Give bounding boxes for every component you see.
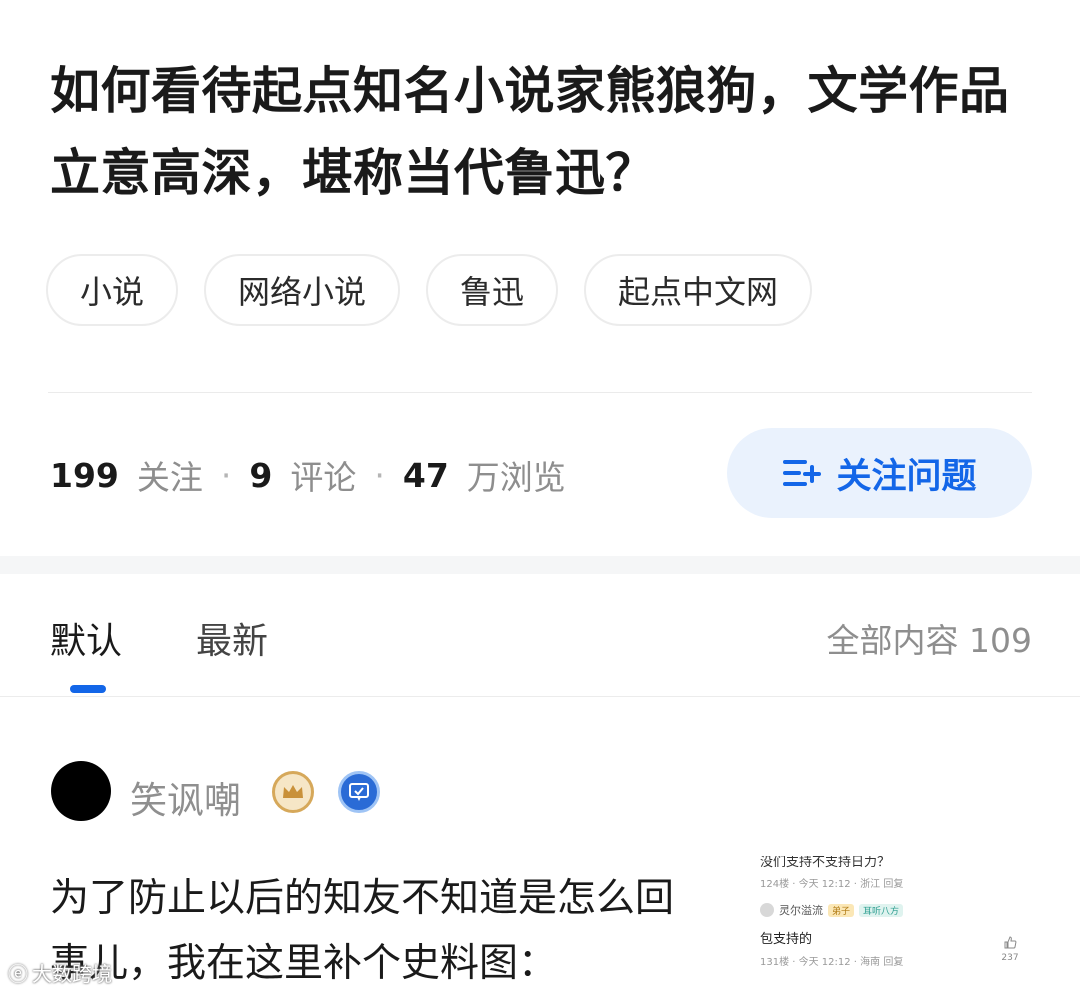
follow-question-button[interactable]: 关注问题 — [727, 428, 1032, 518]
comment-like: 237 — [998, 936, 1022, 963]
tab-default[interactable]: 默认 — [50, 612, 122, 664]
topic-tag[interactable]: 起点中文网 — [584, 254, 813, 326]
views-count: 47 — [402, 455, 449, 495]
topic-tag[interactable]: 小说 — [46, 254, 179, 326]
followers-label: 关注 — [136, 458, 203, 497]
certified-badge-icon[interactable] — [338, 771, 380, 813]
avatar[interactable] — [51, 761, 111, 821]
sort-tabs: 默认 最新 — [50, 612, 268, 664]
like-count: 237 — [1001, 953, 1019, 963]
separator-dot: · — [220, 455, 232, 495]
comment-badge: 弟子 — [828, 903, 855, 917]
divider — [48, 392, 1032, 393]
divider — [0, 696, 1080, 697]
comment-avatar — [760, 903, 774, 917]
tab-latest[interactable]: 最新 — [196, 612, 268, 664]
certified-shape — [349, 783, 369, 801]
author-name[interactable]: 笑讽嘲 — [130, 770, 241, 824]
watermark: ⓔ 大数跨境 — [8, 958, 112, 987]
thumbs-up-icon — [1004, 936, 1017, 949]
comments-count[interactable]: 9 — [249, 456, 272, 495]
comments-label[interactable]: 评论 — [290, 451, 356, 499]
crown-shape — [283, 785, 303, 798]
section-gap — [0, 556, 1080, 574]
comment-meta: 124楼 · 今天 12:12 · 浙江 回复 — [760, 879, 904, 890]
add-list-icon — [783, 460, 822, 486]
topic-tag[interactable]: 网络小说 — [204, 254, 401, 326]
follow-question-label: 关注问题 — [836, 456, 977, 497]
topic-tags: 小说 网络小说 鲁迅 起点中文网 — [46, 254, 813, 326]
active-tab-indicator — [70, 685, 106, 693]
separator-dot: · — [374, 455, 385, 495]
question-title: 如何看待起点知名小说家熊狼狗，文学作品立意高深，堪称当代鲁迅？ — [50, 62, 1010, 202]
question-stats: 199 关注 · 9 评论 · 47 万浏览 — [50, 448, 566, 502]
watermark-text: 大数跨境 — [32, 962, 112, 986]
crown-badge-icon[interactable] — [272, 771, 314, 813]
views-label: 万浏览 — [466, 458, 566, 497]
total-content-count: 全部内容 109 — [826, 621, 1032, 660]
comment-username: 灵尔溢流 — [779, 904, 823, 917]
followers-count: 199 — [50, 455, 119, 495]
topic-tag[interactable]: 鲁迅 — [426, 254, 559, 326]
answer-excerpt[interactable]: 为了防止以后的知友不知道是怎么回事儿，我在这里补个史料图： — [50, 866, 710, 996]
comment-text-cut: 没们支持不支持日力？ — [760, 856, 891, 869]
comment-badge: 耳听八方 — [859, 903, 904, 917]
watermark-logo-icon: ⓔ — [8, 962, 28, 986]
comment-user-row: 灵尔溢流 弟子 耳听八方 — [760, 902, 1040, 918]
